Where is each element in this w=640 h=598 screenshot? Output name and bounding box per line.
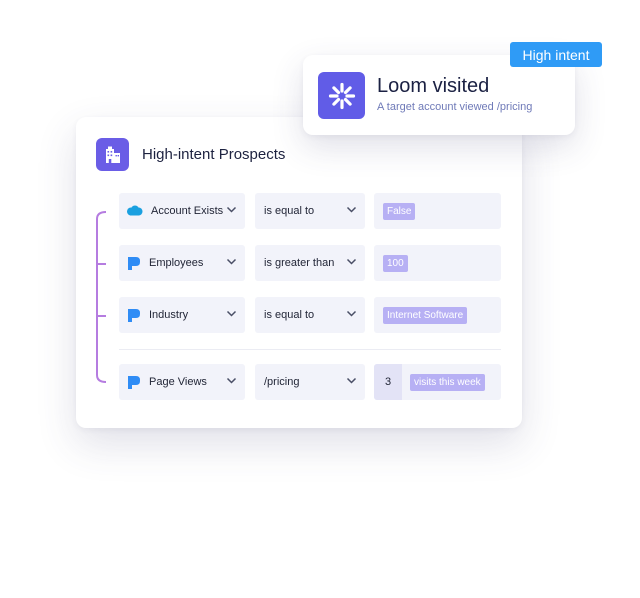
rule-row: Account Exists is equal to False — [119, 193, 501, 229]
rule-row: Page Views /pricing 3 visits this week — [119, 364, 501, 400]
operator-select[interactable]: is equal to — [255, 297, 365, 333]
chevron-down-icon — [226, 258, 237, 265]
chevron-down-icon — [346, 310, 357, 317]
value-field[interactable]: Internet Software — [374, 297, 501, 333]
count-input[interactable]: 3 — [374, 364, 402, 400]
field-select[interactable]: Employees — [119, 245, 245, 281]
rule-row: Employees is greater than 100 — [119, 245, 501, 281]
loom-burst-icon — [318, 72, 365, 119]
rule-group-bracket — [96, 211, 107, 383]
value-chip: 100 — [383, 254, 408, 272]
segment-card: High-intent Prospects Account Exists is … — [76, 117, 522, 428]
operator-select[interactable]: /pricing — [255, 364, 365, 400]
value-field[interactable]: False — [374, 193, 501, 229]
value-field[interactable]: 3 visits this week — [374, 364, 501, 400]
chevron-down-icon — [346, 206, 357, 213]
building-icon — [96, 137, 129, 171]
chevron-down-icon — [346, 258, 357, 265]
operator-label: is greater than — [264, 257, 335, 269]
field-label: Page Views — [149, 376, 207, 388]
operator-select[interactable]: is greater than — [255, 245, 365, 281]
card-header: High-intent Prospects — [96, 137, 285, 171]
field-label: Industry — [149, 309, 189, 321]
value-chip: visits this week — [410, 373, 485, 391]
value-field[interactable]: 100 — [374, 245, 501, 281]
notification-subtitle: A target account viewed /pricing — [377, 101, 533, 113]
chevron-down-icon — [226, 206, 237, 213]
field-select[interactable]: Account Exists — [119, 193, 245, 229]
field-select[interactable]: Page Views — [119, 364, 245, 400]
field-select[interactable]: Industry — [119, 297, 245, 333]
operator-label: is equal to — [264, 205, 315, 217]
value-chip: False — [383, 202, 416, 220]
field-label: Account Exists — [151, 205, 224, 217]
segment-title: High-intent Prospects — [142, 145, 286, 163]
chevron-down-icon — [226, 310, 237, 317]
operator-label: is equal to — [264, 309, 315, 321]
salesforce-cloud-icon — [127, 205, 143, 216]
operator-label: /pricing — [264, 376, 300, 388]
operator-select[interactable]: is equal to — [255, 193, 365, 229]
rule-divider — [119, 349, 501, 350]
chevron-down-icon — [346, 377, 357, 384]
value-chip: Internet Software — [383, 306, 468, 324]
brand-p-icon — [128, 256, 140, 270]
field-label: Employees — [149, 257, 204, 269]
notification-title: Loom visited — [377, 75, 490, 97]
chevron-down-icon — [226, 377, 237, 384]
loom-notification[interactable]: Loom visited A target account viewed /pr… — [303, 55, 575, 135]
brand-p-icon — [128, 308, 140, 322]
rule-row: Industry is equal to Internet Software — [119, 297, 501, 333]
high-intent-badge: High intent — [510, 42, 602, 67]
brand-p-icon — [128, 375, 140, 389]
